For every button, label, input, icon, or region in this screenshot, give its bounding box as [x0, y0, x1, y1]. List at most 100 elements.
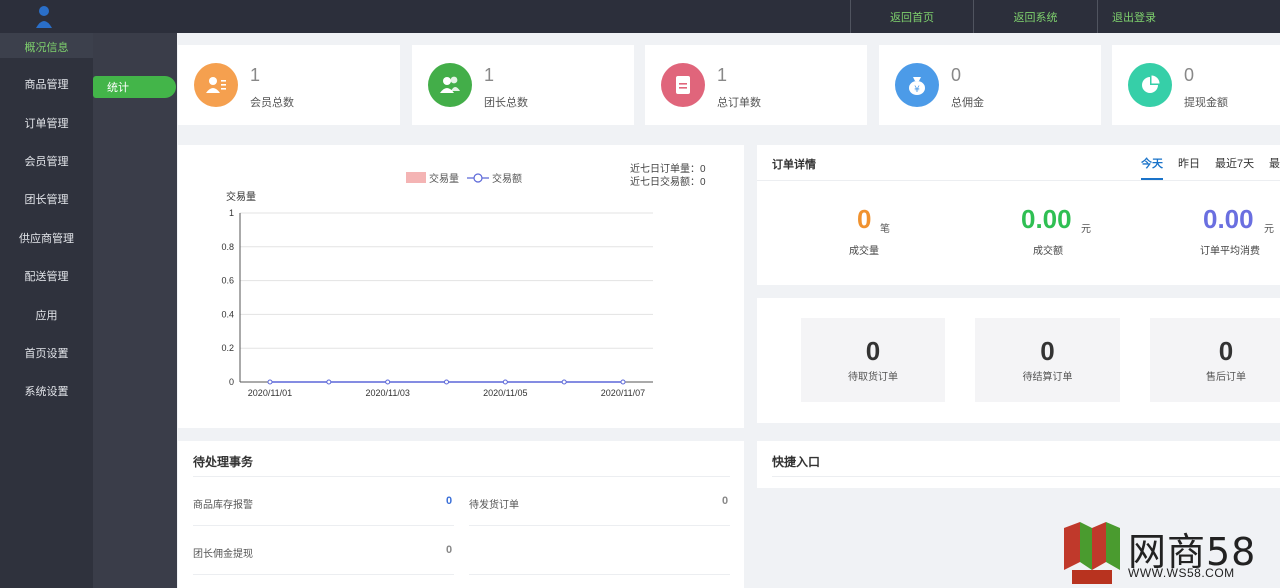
x-tick-label: 2020/11/05: [483, 388, 527, 398]
stat-value: 0: [951, 65, 962, 85]
metric-volume-label: 成交量: [849, 246, 879, 257]
nav-logout-label: 退出登录: [1112, 11, 1156, 24]
pending-value: 0: [1040, 336, 1055, 366]
member-icon: [194, 63, 238, 107]
nav-system-label: 返回系统: [1013, 11, 1058, 24]
todo-panel: [178, 441, 744, 588]
svg-text:¥: ¥: [914, 85, 920, 95]
pending-pickup-box[interactable]: 0 待取货订单: [801, 318, 945, 402]
trade-chart: 交易量 0 0.2 0.4 0.6 0.8 1 2020/11/01 2020/11/03 202…: [221, 190, 653, 398]
todo-withdrawal-label[interactable]: 团长佣金提现: [193, 545, 253, 560]
todo-stock-alert-label[interactable]: 商品库存报警: [193, 496, 253, 511]
pending-value: 0: [1218, 336, 1234, 366]
y-tick-label: 1: [229, 208, 234, 218]
stat-label: 提现金额: [1184, 97, 1228, 109]
data-point: [326, 379, 332, 385]
sidebar-item-label: 会员管理: [24, 155, 69, 168]
sidebar-item-label: 应用: [35, 309, 58, 322]
metric-amount-unit: 元: [1081, 224, 1091, 235]
metric-average-unit: 元: [1264, 224, 1274, 235]
stat-card-withdrawal: 0 提现金额: [1112, 45, 1280, 125]
sidebar-item-label: 首页设置: [24, 347, 69, 360]
x-tick-label: 2020/11/01: [248, 388, 292, 398]
todo-stock-alert-value[interactable]: 0: [446, 495, 452, 507]
stat-label: 总订单数: [717, 97, 761, 109]
sidebar-item-label: 概况信息: [24, 42, 69, 54]
nav-logout-link[interactable]: 退出登录: [1097, 0, 1165, 33]
stat-value: 0: [1184, 65, 1195, 85]
pie-chart-icon: [1128, 63, 1172, 107]
sidebar-item-members[interactable]: 会员管理: [0, 142, 93, 180]
sidebar-item-orders[interactable]: 订单管理: [0, 103, 93, 141]
sidebar-item-homepage-settings[interactable]: 首页设置: [0, 334, 93, 372]
data-point: [444, 379, 449, 385]
nav-home-label: 返回首页: [890, 11, 934, 24]
watermark-url: WWW.WS58.COM: [1128, 566, 1235, 580]
metric-average-value: 0.00: [1203, 204, 1254, 234]
nav-home-link[interactable]: 返回首页: [850, 0, 973, 33]
metric-average-label: 订单平均消费: [1200, 246, 1260, 257]
sub-sidebar-statistics[interactable]: 统计: [93, 76, 176, 98]
sidebar-item-label: 商品管理: [24, 79, 69, 92]
tab-last-7-days[interactable]: 最近7天: [1215, 155, 1254, 171]
sidebar-item-label: 团长管理: [24, 194, 69, 207]
stat-label: 团长总数: [484, 97, 528, 109]
order-icon: [661, 63, 705, 107]
stat-card-commission: ¥ 0 总佣金: [879, 45, 1101, 125]
tab-today[interactable]: 今天: [1141, 155, 1163, 171]
x-tick-label: 2020/11/03: [365, 388, 409, 398]
todo-withdrawal-value[interactable]: 0: [446, 544, 452, 556]
pending-settlement-box[interactable]: 0 待结算订单: [975, 318, 1120, 402]
after-sales-box[interactable]: 0 售后订单: [1150, 318, 1280, 402]
x-tick-label: 2020/11/07: [601, 388, 645, 398]
data-point: [620, 379, 626, 385]
y-tick-label: 0.2: [221, 343, 234, 353]
sidebar-item-suppliers[interactable]: 供应商管理: [0, 219, 93, 257]
stat-label: 会员总数: [250, 97, 294, 109]
sidebar-item-label: 订单管理: [24, 117, 69, 130]
sidebar-item-label: 供应商管理: [19, 232, 74, 245]
pending-label: 待结算订单: [1022, 372, 1073, 383]
tab-yesterday[interactable]: 昨日: [1178, 155, 1200, 171]
sidebar-item-products[interactable]: 商品管理: [0, 65, 93, 103]
sidebar-item-overview[interactable]: 概况信息: [0, 33, 93, 58]
team-leader-icon: [428, 63, 472, 107]
sub-sidebar-label: 统计: [107, 82, 129, 94]
sidebar-item-delivery[interactable]: 配送管理: [0, 257, 93, 295]
sidebar-item-label: 系统设置: [24, 386, 69, 399]
todo-title: 待处理事务: [193, 455, 254, 469]
y-tick-label: 0: [229, 377, 234, 387]
data-point: [385, 379, 391, 385]
data-point: [267, 379, 273, 385]
todo-to-ship-label[interactable]: 待发货订单: [469, 496, 519, 511]
order-details-panel: [757, 145, 1280, 285]
pending-label: 待取货订单: [848, 372, 898, 383]
sidebar-item-apps[interactable]: 应用: [0, 295, 93, 333]
tab-more[interactable]: 最: [1269, 155, 1280, 171]
y-axis-label: 交易量: [226, 190, 256, 203]
metric-amount-value: 0.00: [1021, 204, 1072, 234]
pending-label: 售后订单: [1206, 372, 1246, 383]
stat-value: 1: [717, 65, 728, 85]
todo-to-ship-value[interactable]: 0: [722, 495, 728, 507]
stat-card-orders: 1 总订单数: [645, 45, 867, 125]
sidebar-item-team-leaders[interactable]: 团长管理: [0, 180, 93, 218]
data-point: [561, 379, 567, 385]
y-tick-label: 0.6: [221, 276, 234, 286]
metric-volume-value: 0: [857, 204, 872, 234]
sidebar: 概况信息 商品管理 订单管理 会员管理 团长管理 供应商管理 配送管理 应用 首…: [0, 33, 93, 588]
quick-entry-panel: [757, 441, 1280, 488]
nav-system-link[interactable]: 返回系统: [973, 0, 1097, 33]
metric-amount-label: 成交额: [1033, 246, 1063, 257]
stat-value: 1: [250, 65, 261, 85]
quick-entry-title: 快捷入口: [772, 455, 821, 469]
sidebar-item-system-settings[interactable]: 系统设置: [0, 372, 93, 410]
pending-value: 0: [865, 336, 881, 366]
y-tick-label: 0.8: [221, 242, 234, 252]
stat-card-team-leaders: 1 团长总数: [412, 45, 634, 125]
y-tick-label: 0.4: [221, 309, 234, 319]
stat-card-members: 1 会员总数: [178, 45, 400, 125]
stat-label: 总佣金: [951, 97, 984, 109]
money-bag-icon: ¥: [895, 63, 939, 107]
sub-sidebar: 统计: [93, 33, 177, 588]
